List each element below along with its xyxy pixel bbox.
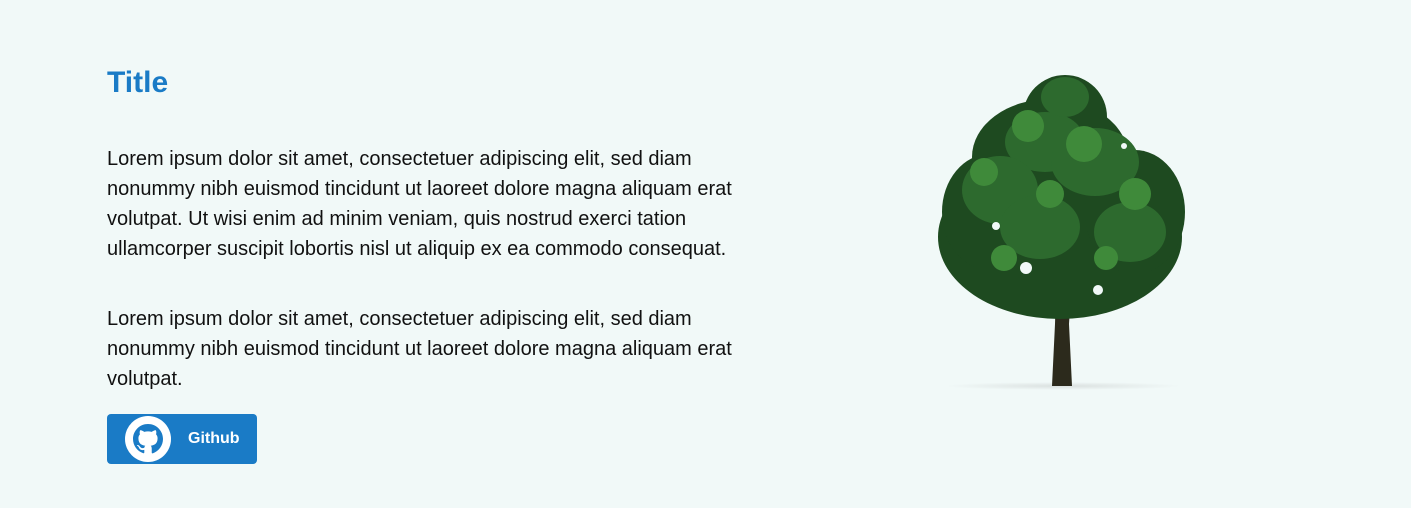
tree-image: [930, 62, 1190, 392]
content-section: Title Lorem ipsum dolor sit amet, consec…: [107, 63, 767, 394]
github-button-label: Github: [188, 430, 240, 447]
github-icon: [124, 415, 172, 463]
paragraph-2: Lorem ipsum dolor sit amet, consectetuer…: [107, 308, 732, 390]
github-button[interactable]: Github: [107, 414, 257, 464]
paragraph-1: Lorem ipsum dolor sit amet, consectetuer…: [107, 148, 732, 260]
page-title: Title: [107, 66, 169, 99]
